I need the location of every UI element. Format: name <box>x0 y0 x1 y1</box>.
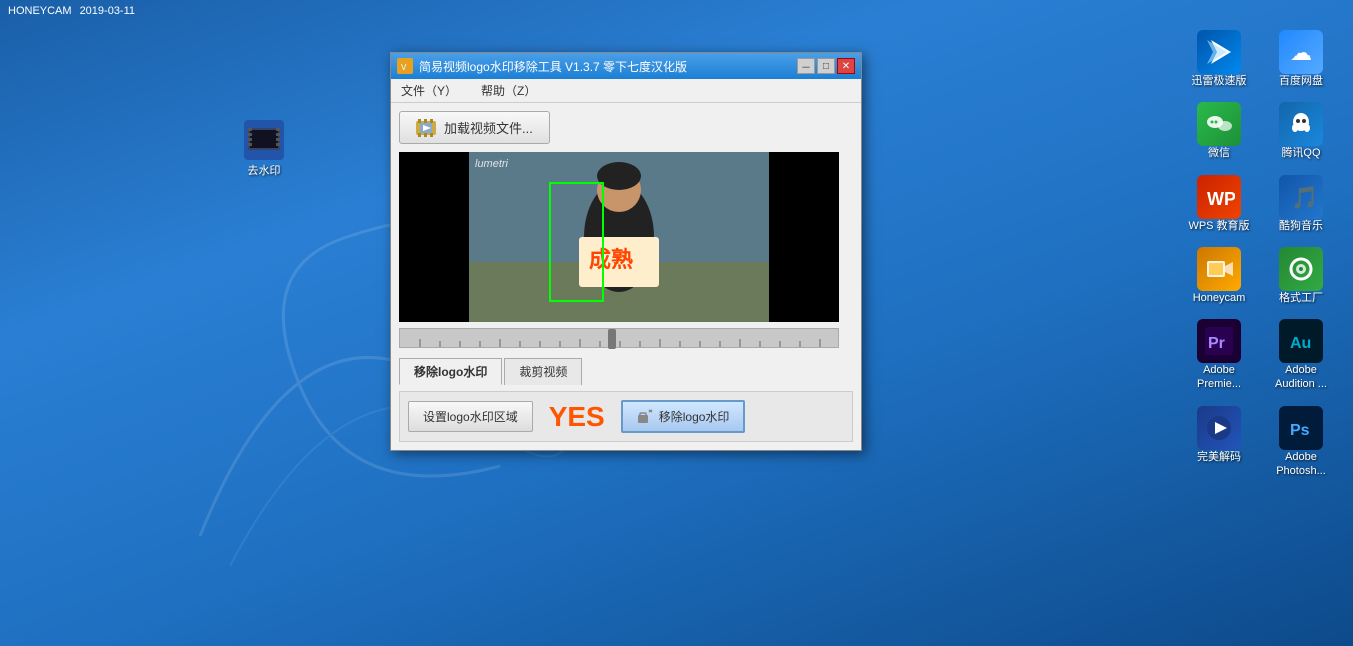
wanmei-icon <box>1197 406 1241 450</box>
load-video-button[interactable]: 加载视频文件... <box>399 111 550 144</box>
film-icon <box>416 119 436 137</box>
sidebar-icon-photoshop[interactable]: Ps Adobe Photosh... <box>1265 406 1337 479</box>
xunlei-icon <box>1197 30 1241 74</box>
yes-status-label: YES <box>549 401 605 433</box>
top-bar: HONEYCAM 2019-03-11 <box>0 0 1353 22</box>
wechat-label: 微信 <box>1208 146 1230 160</box>
black-bar-left <box>399 152 469 322</box>
sidebar-icon-kugou[interactable]: 🎵 酷狗音乐 <box>1265 175 1337 233</box>
sidebar-icon-honeycam[interactable]: Honeycam <box>1183 247 1255 305</box>
svg-text:☁: ☁ <box>1290 40 1312 65</box>
xunlei-label: 迅雷极速版 <box>1192 74 1247 88</box>
minimize-button[interactable]: － <box>797 58 815 74</box>
sidebar-icon-wechat[interactable]: 微信 <box>1183 102 1255 160</box>
close-button[interactable]: ✕ <box>837 58 855 74</box>
svg-text:Pr: Pr <box>1208 335 1225 352</box>
qushuiyin-label: 去水印 <box>248 164 281 178</box>
sidebar-icon-baidu[interactable]: ☁ 百度网盘 <box>1265 30 1337 88</box>
audition-icon: Au <box>1279 319 1323 363</box>
sidebar-icon-geshi[interactable]: 格式工厂 <box>1265 247 1337 305</box>
geshi-icon <box>1279 247 1323 291</box>
video-watermark-text: lumetri <box>475 158 508 170</box>
titlebar-buttons: － □ ✕ <box>797 58 855 74</box>
maximize-button[interactable]: □ <box>817 58 835 74</box>
sidebar-icon-audition[interactable]: Au Adobe Audition ... <box>1265 319 1337 392</box>
sidebar-right: 迅雷极速版 ☁ 百度网盘 微信 <box>1183 30 1337 478</box>
window-titlebar: V 简易视频logo水印移除工具 V1.3.7 零下七度汉化版 － □ ✕ <box>391 53 861 79</box>
honeycam-icon <box>1197 247 1241 291</box>
window-body: 加载视频文件... <box>391 103 861 450</box>
load-button-label: 加载视频文件... <box>444 118 533 137</box>
sidebar-icon-premiere[interactable]: Pr Adobe Premie... <box>1183 319 1255 392</box>
svg-text:WPS: WPS <box>1207 189 1235 209</box>
timeline[interactable]: // drawn inline <box>399 328 839 348</box>
svg-text:V: V <box>401 63 407 72</box>
qushuiyin-icon <box>244 120 284 160</box>
tabs-bar: 移除logo水印 裁剪视频 <box>399 358 853 385</box>
premiere-label: Adobe Premie... <box>1183 363 1255 392</box>
baidu-label: 百度网盘 <box>1279 74 1323 88</box>
wanmei-label: 完美解码 <box>1197 450 1241 464</box>
sidebar-icon-wanmei[interactable]: 完美解码 <box>1183 406 1255 479</box>
wps-label: WPS 教育版 <box>1188 219 1249 233</box>
premiere-icon: Pr <box>1197 319 1241 363</box>
video-content: 成熟 lumetri <box>399 152 839 322</box>
qq-icon <box>1279 102 1323 146</box>
menu-file[interactable]: 文件（Y） <box>397 80 461 101</box>
datetime-label: 2019-03-11 <box>80 5 135 17</box>
sidebar-row-6: 完美解码 Ps Adobe Photosh... <box>1183 406 1337 479</box>
qq-label: 腾讯QQ <box>1281 146 1320 160</box>
honeycam-label: Honeycam <box>1193 291 1246 305</box>
sidebar-row-1: 迅雷极速版 ☁ 百度网盘 <box>1183 30 1337 88</box>
black-bar-right <box>769 152 839 322</box>
kugou-icon: 🎵 <box>1279 175 1323 219</box>
photoshop-label: Adobe Photosh... <box>1265 450 1337 479</box>
geshi-label: 格式工厂 <box>1279 291 1323 305</box>
action-area: 设置logo水印区域 YES 移除logo水印 <box>399 391 853 442</box>
tab-remove-logo[interactable]: 移除logo水印 <box>399 358 502 385</box>
video-area: 成熟 lumetri <box>399 152 839 322</box>
sidebar-row-3: WPS WPS 教育版 🎵 酷狗音乐 <box>1183 175 1337 233</box>
remove-watermark-button[interactable]: 移除logo水印 <box>621 400 746 433</box>
set-region-button[interactable]: 设置logo水印区域 <box>408 401 533 432</box>
audition-label: Adobe Audition ... <box>1265 363 1337 392</box>
main-window: V 简易视频logo水印移除工具 V1.3.7 零下七度汉化版 － □ ✕ 文件… <box>390 52 862 451</box>
sidebar-icon-qq[interactable]: 腾讯QQ <box>1265 102 1337 160</box>
timeline-ticks: // drawn inline <box>400 329 840 349</box>
sidebar-row-5: Pr Adobe Premie... Au Adobe Audition ... <box>1183 319 1337 392</box>
wps-icon: WPS <box>1197 175 1241 219</box>
selection-rect <box>549 182 604 302</box>
wechat-icon <box>1197 102 1241 146</box>
desktop-icon-qushuiyin[interactable]: 去水印 <box>228 120 300 178</box>
video-scene: 成熟 <box>469 152 769 322</box>
svg-text:Ps: Ps <box>1290 422 1310 439</box>
svg-text:Au: Au <box>1290 335 1311 352</box>
baidu-icon: ☁ <box>1279 30 1323 74</box>
sidebar-icon-wps[interactable]: WPS WPS 教育版 <box>1183 175 1255 233</box>
set-region-label: 设置logo水印区域 <box>423 408 518 425</box>
tab-crop-video[interactable]: 裁剪视频 <box>504 358 582 385</box>
window-title: 简易视频logo水印移除工具 V1.3.7 零下七度汉化版 <box>419 58 797 75</box>
window-icon: V <box>397 58 413 74</box>
sidebar-icon-xunlei[interactable]: 迅雷极速版 <box>1183 30 1255 88</box>
kugou-label: 酷狗音乐 <box>1279 219 1323 233</box>
app-name-label: HONEYCAM <box>8 5 72 17</box>
sidebar-row-2: 微信 腾讯QQ <box>1183 102 1337 160</box>
window-menubar: 文件（Y） 帮助（Z） <box>391 79 861 103</box>
svg-text:🎵: 🎵 <box>1291 185 1317 210</box>
menu-help[interactable]: 帮助（Z） <box>477 80 540 101</box>
remove-icon <box>637 409 653 425</box>
sidebar-row-4: Honeycam 格式工厂 <box>1183 247 1337 305</box>
photoshop-icon: Ps <box>1279 406 1323 450</box>
remove-watermark-label: 移除logo水印 <box>659 408 730 425</box>
